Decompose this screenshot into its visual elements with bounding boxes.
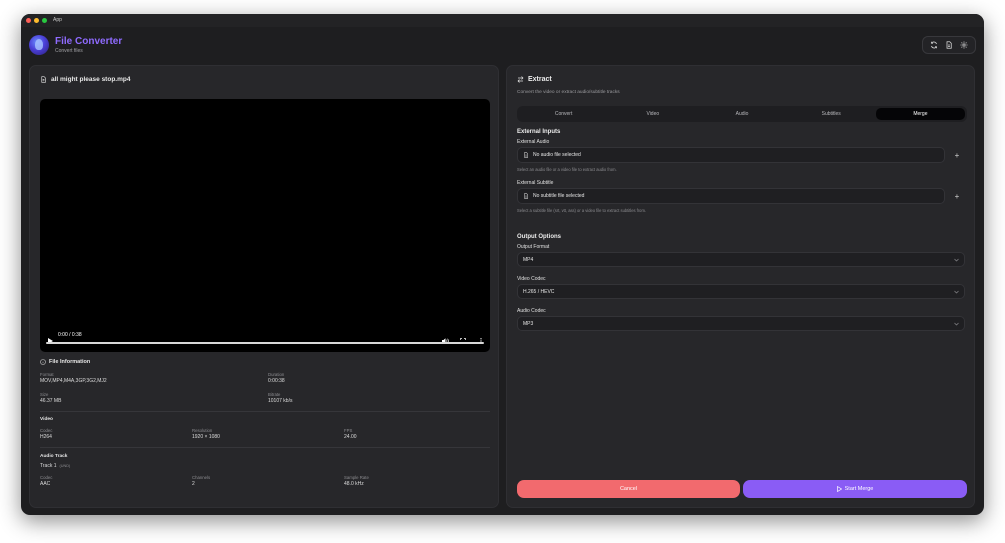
divider bbox=[40, 447, 490, 448]
seek-bar[interactable] bbox=[46, 342, 484, 344]
extract-title: Extract bbox=[517, 76, 552, 83]
channels-value: 2 bbox=[192, 481, 195, 487]
more-options-icon[interactable] bbox=[480, 331, 482, 349]
duration-label: Duration bbox=[268, 372, 285, 377]
video-codec-select-value: H.265 / HEVC bbox=[523, 288, 555, 295]
bitrate-label: Bitrate bbox=[268, 392, 281, 397]
audio-track-name: Track 1 (UND) bbox=[40, 463, 71, 469]
volume-icon[interactable] bbox=[442, 331, 449, 349]
external-audio-label: External Audio bbox=[517, 139, 550, 145]
file-information-title: File Information bbox=[40, 359, 90, 365]
audio-codec-select-value: MP3 bbox=[523, 320, 534, 327]
extract-description: Convert the video or extract audio/subti… bbox=[517, 90, 620, 95]
file-name: all might please stop.mp4 bbox=[51, 76, 131, 83]
external-subtitle-label: External Subtitle bbox=[517, 180, 554, 186]
app-name: File Converter bbox=[55, 36, 123, 47]
fullscreen-icon[interactable] bbox=[460, 331, 466, 349]
file-icon bbox=[524, 193, 528, 199]
sample-rate-value: 48.0 kHz bbox=[344, 481, 364, 487]
chevron-down-icon bbox=[954, 258, 959, 261]
start-merge-button[interactable]: Start Merge bbox=[743, 480, 967, 498]
video-section-title: Video bbox=[40, 417, 53, 422]
output-format-select[interactable]: MP4 bbox=[517, 252, 965, 267]
tab-audio[interactable]: Audio bbox=[697, 108, 786, 120]
fps-label: FPS bbox=[344, 428, 353, 433]
divider bbox=[40, 411, 490, 412]
external-audio-picker[interactable]: No audio file selected bbox=[517, 147, 945, 163]
external-subtitle-value: No subtitle file selected bbox=[533, 193, 585, 199]
audio-codec-label: Codec bbox=[40, 475, 53, 480]
info-icon bbox=[40, 359, 46, 365]
window-title: App bbox=[53, 17, 62, 23]
tab-video[interactable]: Video bbox=[608, 108, 697, 120]
chevron-down-icon bbox=[954, 290, 959, 293]
maximize-window-button[interactable] bbox=[42, 18, 47, 23]
plus-icon: + bbox=[954, 150, 960, 160]
minimize-window-button[interactable] bbox=[34, 18, 39, 23]
preview-panel: all might please stop.mp4 0:00 / 0:38 Fi… bbox=[29, 65, 499, 508]
size-value: 46.37 MB bbox=[40, 398, 62, 404]
play-outline-icon bbox=[836, 486, 842, 492]
audio-codec-value: AAC bbox=[40, 481, 51, 487]
file-icon bbox=[524, 152, 528, 158]
output-format-label: Output Format bbox=[517, 244, 550, 250]
header-toolbar bbox=[922, 36, 976, 54]
gear-icon[interactable] bbox=[958, 39, 970, 51]
external-audio-help: Select an audio file or a video file to … bbox=[517, 167, 617, 172]
duration-value: 0:00:38 bbox=[268, 378, 285, 384]
video-player[interactable]: 0:00 / 0:38 bbox=[40, 99, 490, 352]
video-codec-label: Codec bbox=[40, 428, 53, 433]
format-value: MOV,MP4,M4A,3GP,3G2,MJ2 bbox=[40, 378, 107, 384]
external-subtitle-picker[interactable]: No subtitle file selected bbox=[517, 188, 945, 204]
plus-icon: + bbox=[954, 191, 960, 201]
add-audio-button[interactable]: + bbox=[951, 149, 963, 161]
sample-rate-label: Sample Rate bbox=[344, 475, 369, 480]
swap-icon bbox=[517, 76, 524, 83]
output-format-value: MP4 bbox=[523, 256, 534, 263]
audio-section-title: Audio Track bbox=[40, 454, 68, 459]
document-icon[interactable] bbox=[943, 39, 955, 51]
video-codec-select-label: Video Codec bbox=[517, 276, 546, 282]
language-badge: (UND) bbox=[59, 464, 71, 468]
tab-convert[interactable]: Convert bbox=[519, 108, 608, 120]
bitrate-value: 10107 kb/s bbox=[268, 398, 293, 404]
app-subtitle: Convert files bbox=[55, 48, 83, 54]
file-icon bbox=[41, 76, 46, 83]
file-name-header: all might please stop.mp4 bbox=[40, 76, 130, 83]
video-codec-value: H264 bbox=[40, 434, 52, 440]
chevron-down-icon bbox=[954, 322, 959, 325]
fps-value: 24.00 bbox=[344, 434, 357, 440]
channels-label: Channels bbox=[192, 475, 211, 480]
external-inputs-title: External Inputs bbox=[517, 129, 561, 135]
playback-time: 0:00 / 0:38 bbox=[58, 332, 82, 338]
app-logo bbox=[29, 35, 49, 55]
output-options-title: Output Options bbox=[517, 234, 561, 240]
video-codec-select[interactable]: H.265 / HEVC bbox=[517, 284, 965, 299]
cancel-button[interactable]: Cancel bbox=[517, 480, 740, 498]
audio-codec-select-label: Audio Codec bbox=[517, 308, 546, 314]
refresh-icon[interactable] bbox=[928, 39, 940, 51]
extract-panel: Extract Convert the video or extract aud… bbox=[506, 65, 975, 508]
resolution-value: 1920 × 1080 bbox=[192, 434, 220, 440]
external-subtitle-help: Select a subtitle file (srt, vtt, ass) o… bbox=[517, 208, 647, 213]
tab-merge[interactable]: Merge bbox=[875, 108, 966, 120]
app-window: App File Converter Convert files all mig… bbox=[21, 14, 984, 515]
audio-codec-select[interactable]: MP3 bbox=[517, 316, 965, 331]
format-label: Format bbox=[40, 372, 54, 377]
add-subtitle-button[interactable]: + bbox=[951, 190, 963, 202]
external-audio-value: No audio file selected bbox=[533, 152, 581, 158]
title-bar: App bbox=[21, 14, 984, 27]
resolution-label: Resolution bbox=[192, 428, 213, 433]
play-icon[interactable] bbox=[48, 331, 53, 349]
tab-subtitles[interactable]: Subtitles bbox=[787, 108, 876, 120]
mode-tabs: Convert Video Audio Subtitles Merge bbox=[517, 106, 967, 122]
size-label: Size bbox=[40, 392, 49, 397]
close-window-button[interactable] bbox=[26, 18, 31, 23]
